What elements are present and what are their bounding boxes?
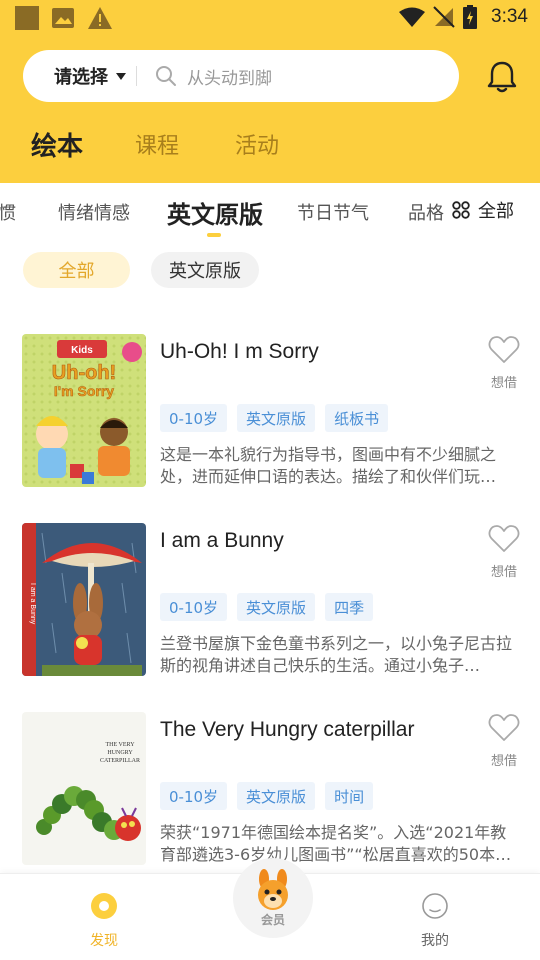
tab-picture-books[interactable]: 绘本 bbox=[31, 126, 83, 163]
profile-icon bbox=[422, 893, 448, 919]
all-categories-button[interactable]: 全部 bbox=[444, 184, 540, 236]
tab-activities[interactable]: 活动 bbox=[235, 128, 279, 160]
warning-icon bbox=[88, 7, 112, 29]
book-card[interactable]: I am a Bunny I am a Bunny 0-10岁 英文原版 四季 … bbox=[0, 523, 540, 693]
book-cover[interactable]: Kids Uh-oh! I'm Sorry bbox=[22, 334, 146, 487]
book-tag: 英文原版 bbox=[237, 593, 316, 621]
book-tag: 四季 bbox=[325, 593, 374, 621]
book-title[interactable]: The Very Hungry caterpillar bbox=[160, 718, 414, 742]
all-categories-label: 全部 bbox=[478, 201, 514, 222]
svg-text:CATERPILLAR: CATERPILLAR bbox=[100, 758, 140, 764]
main-tabs: 绘本 课程 活动 bbox=[0, 122, 540, 170]
svg-text:I'm Sorry: I'm Sorry bbox=[54, 383, 114, 399]
svg-text:THE VERY: THE VERY bbox=[105, 742, 135, 748]
book-card[interactable]: Kids Uh-oh! I'm Sorry Uh-Oh! I m Sorry 0… bbox=[0, 334, 540, 504]
want-to-borrow-label: 想借 bbox=[490, 754, 517, 769]
category-festivals[interactable]: 节日节气 bbox=[297, 199, 369, 225]
wifi-icon bbox=[399, 7, 426, 27]
active-category-indicator bbox=[207, 233, 221, 237]
book-tag: 英文原版 bbox=[237, 782, 316, 810]
nav-discover-label: 发现 bbox=[90, 933, 118, 949]
book-description: 荣获“1971年德国绘本提名奖”。入选“2021年教育部遴选3-6岁幼儿图画书”… bbox=[160, 823, 512, 864]
discover-icon bbox=[91, 893, 117, 919]
heart-icon bbox=[488, 525, 520, 552]
book-description: 兰登书屋旗下金色童书系列之一，以小兔子尼古拉斯的视角讲述自己快乐的生活。通过小兔… bbox=[160, 634, 513, 675]
signal-off-icon bbox=[433, 6, 455, 28]
heart-icon bbox=[488, 336, 520, 363]
book-tag: 0-10岁 bbox=[160, 782, 228, 810]
kangaroo-mascot-icon bbox=[258, 868, 288, 910]
nav-member[interactable]: 会员 bbox=[233, 858, 313, 938]
book-tags: 0-10岁 英文原版 四季 bbox=[160, 593, 374, 621]
book-cover[interactable]: I am a Bunny bbox=[22, 523, 146, 676]
category-habits[interactable]: 习惯 bbox=[0, 199, 16, 225]
search-input[interactable]: 从头动到脚 bbox=[187, 64, 272, 89]
nav-member-label: 会员 bbox=[260, 912, 285, 927]
want-to-borrow-button[interactable]: 想借 bbox=[484, 523, 524, 580]
book-description: 这是一本礼貌行为指导书，图画中有不少细腻之处，进而延伸口语的表达。描绘了和伙伴们… bbox=[160, 445, 497, 486]
category-character[interactable]: 品格 bbox=[408, 199, 444, 225]
clock: 3:34 bbox=[491, 6, 528, 27]
header: 3:34 请选择 从头动到脚 绘本 课程 活动 bbox=[0, 0, 540, 183]
search-bar[interactable]: 请选择 从头动到脚 bbox=[23, 50, 459, 102]
grid-icon bbox=[452, 201, 470, 219]
want-to-borrow-label: 想借 bbox=[490, 376, 517, 391]
book-tag: 时间 bbox=[325, 782, 374, 810]
book-tag: 英文原版 bbox=[237, 404, 316, 432]
status-bar: 3:34 bbox=[0, 0, 540, 36]
nav-discover[interactable]: 发现 bbox=[74, 892, 134, 950]
filter-chip-english-original[interactable]: 英文原版 bbox=[151, 252, 259, 288]
battery-icon bbox=[463, 5, 478, 29]
category-emotions[interactable]: 情绪情感 bbox=[58, 199, 130, 225]
filter-chip-all[interactable]: 全部 bbox=[23, 252, 130, 288]
bell-icon[interactable] bbox=[484, 58, 520, 94]
book-title[interactable]: I am a Bunny bbox=[160, 529, 284, 553]
book-cover[interactable]: THE VERY HUNGRY CATERPILLAR bbox=[22, 712, 146, 865]
divider bbox=[136, 66, 137, 86]
caret-down-icon bbox=[116, 73, 126, 80]
svg-text:I am a Bunny: I am a Bunny bbox=[29, 583, 36, 625]
nav-mine[interactable]: 我的 bbox=[405, 892, 465, 950]
gallery-icon bbox=[52, 8, 74, 28]
svg-text:Uh-oh!: Uh-oh! bbox=[52, 362, 116, 384]
tab-courses[interactable]: 课程 bbox=[135, 128, 179, 160]
region-select[interactable]: 请选择 bbox=[23, 63, 126, 89]
region-select-label: 请选择 bbox=[54, 67, 108, 88]
book-tags: 0-10岁 英文原版 时间 bbox=[160, 782, 374, 810]
heart-icon bbox=[488, 714, 520, 741]
nav-mine-label: 我的 bbox=[421, 933, 449, 949]
book-tag: 纸板书 bbox=[325, 404, 389, 432]
want-to-borrow-label: 想借 bbox=[490, 565, 517, 580]
book-tag: 0-10岁 bbox=[160, 593, 228, 621]
want-to-borrow-button[interactable]: 想借 bbox=[484, 712, 524, 769]
book-tags: 0-10岁 英文原版 纸板书 bbox=[160, 404, 389, 432]
book-card[interactable]: THE VERY HUNGRY CATERPILLAR The Very Hun… bbox=[0, 712, 540, 882]
category-english-original[interactable]: 英文原版 bbox=[167, 195, 263, 230]
book-title[interactable]: Uh-Oh! I m Sorry bbox=[160, 340, 319, 364]
svg-text:HUNGRY: HUNGRY bbox=[107, 750, 133, 756]
svg-text:Kids: Kids bbox=[71, 345, 93, 356]
app-icon bbox=[15, 6, 39, 30]
search-icon bbox=[156, 66, 176, 86]
want-to-borrow-button[interactable]: 想借 bbox=[484, 334, 524, 391]
book-tag: 0-10岁 bbox=[160, 404, 228, 432]
